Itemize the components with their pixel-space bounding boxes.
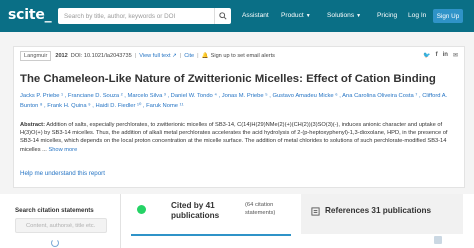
nav-login[interactable]: Log In [408, 12, 426, 19]
doi[interactable]: DOI: 10.1021/la2043735 [71, 53, 132, 59]
facebook-icon[interactable]: f [436, 52, 438, 59]
show-more-link[interactable]: Show more [48, 147, 77, 153]
signup-button[interactable]: Sign Up [433, 9, 463, 23]
search-icon [219, 12, 227, 20]
search-input[interactable]: Search by title, author, keywords or DOI [58, 8, 231, 24]
top-bar: scite_ Search by title, author, keywords… [0, 0, 474, 32]
scite-logo[interactable]: scite_ [8, 7, 52, 23]
email-alerts-link[interactable]: Sign up to set email alerts [211, 53, 275, 59]
divider [120, 194, 121, 248]
nav-product[interactable]: Product ▼ [281, 12, 311, 19]
references-icon [311, 207, 320, 216]
share-icons: 🐦 f in ✉ [423, 52, 458, 59]
view-full-text-link[interactable]: View full text ↗ [139, 53, 177, 59]
tab-references[interactable]: References 31 publications [301, 194, 463, 234]
loading-spinner-icon [51, 239, 59, 247]
help-understand-link[interactable]: Help me understand this report [20, 170, 105, 177]
nav-product-label: Product [281, 12, 304, 19]
tab-cited-by[interactable]: Cited by 41 publications (64 citation st… [131, 194, 291, 236]
citation-search-input[interactable]: Content, authorsé, title etc. [15, 218, 107, 233]
citation-search-panel: Search citation statements Content, auth… [13, 200, 108, 248]
email-icon[interactable]: ✉ [453, 52, 458, 59]
publication-year: 2012 [55, 53, 68, 59]
abstract-text: Addition of salts, especially perchlorat… [20, 122, 448, 153]
chevron-down-icon: ▼ [305, 13, 311, 19]
nav-pricing[interactable]: Pricing [377, 12, 397, 19]
twitter-icon[interactable]: 🐦 [423, 52, 430, 59]
bell-icon: 🔔 [201, 53, 209, 59]
authors-line-2: Bunton ⁸ , Frank H. Quina ⁹ , Haidi D. F… [20, 102, 184, 109]
whatsapp-icon [137, 205, 146, 214]
citation-statements-count: (64 citation statements) [245, 202, 276, 216]
chevron-down-icon: ▼ [356, 13, 362, 19]
cited-by-label: Cited by 41 publications [171, 201, 220, 220]
search-placeholder: Search by title, author, keywords or DOI [64, 12, 176, 20]
nav-assistant[interactable]: Assistant [242, 12, 269, 19]
references-label: References 31 publications [325, 206, 432, 215]
citation-search-title: Search citation statements [15, 207, 94, 214]
search-button[interactable] [214, 8, 231, 24]
linkedin-icon[interactable]: in [443, 52, 448, 59]
cite-link[interactable]: Cite [184, 53, 194, 59]
article-meta: Langmuir 2012 DOI: 10.1021/la2043735 | V… [20, 51, 275, 61]
nav-solutions[interactable]: Solutions ▼ [327, 12, 361, 19]
abstract-label: Abstract: [20, 122, 45, 128]
author-list[interactable]: Jacks P. Priebe ¹ , Franciane D. Souza ²… [20, 92, 458, 111]
article-card: Langmuir 2012 DOI: 10.1021/la2043735 | V… [13, 46, 465, 188]
authors-line-1: Jacks P. Priebe ¹ , Franciane D. Souza ²… [20, 93, 448, 99]
abstract: Abstract: Addition of salts, especially … [20, 121, 460, 154]
journal-badge[interactable]: Langmuir [20, 51, 52, 61]
chat-icon[interactable] [434, 236, 442, 244]
article-title: The Chameleon-Like Nature of Zwitterioni… [20, 73, 436, 85]
nav-solutions-label: Solutions [327, 12, 355, 19]
external-link-icon: ↗ [172, 53, 177, 59]
